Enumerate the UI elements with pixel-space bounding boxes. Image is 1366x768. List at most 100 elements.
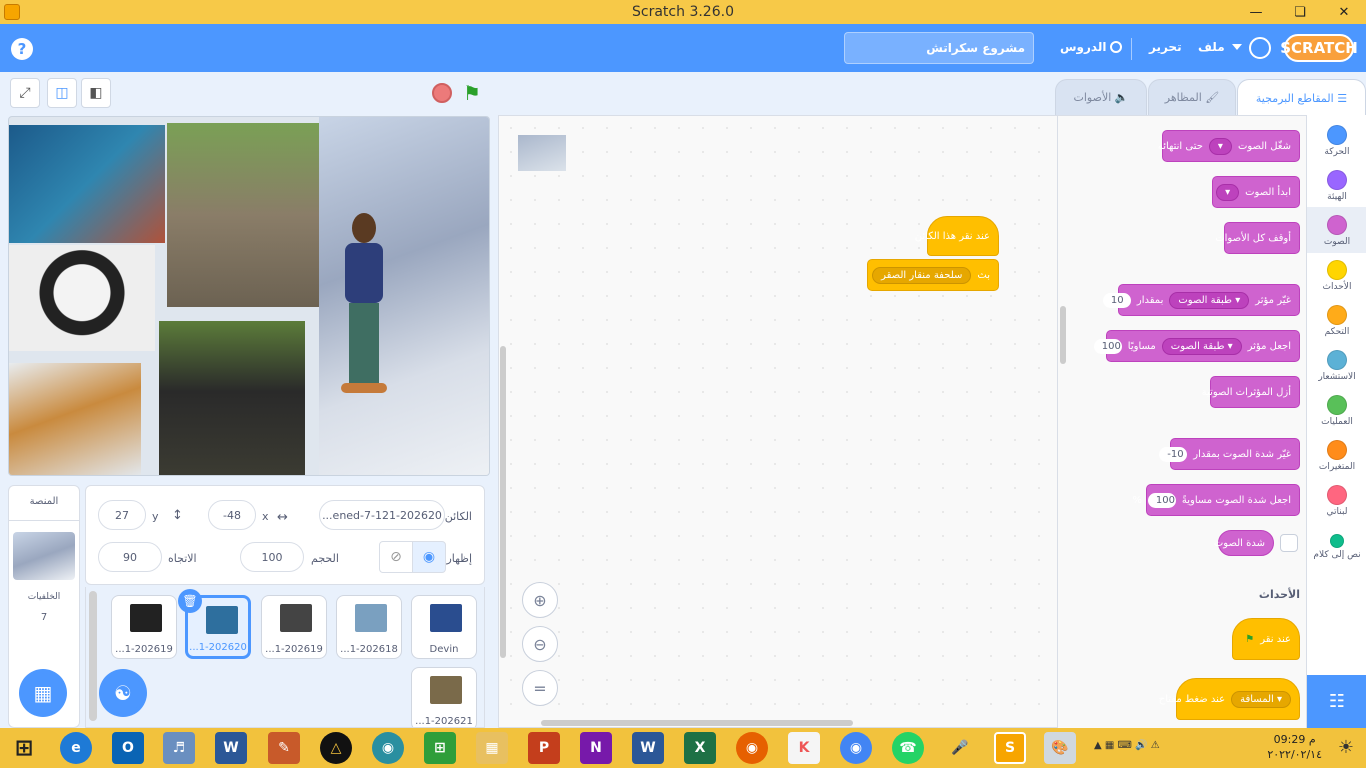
whatsapp-icon[interactable]: ☎: [892, 732, 924, 764]
category-sound[interactable]: الصوت: [1307, 207, 1366, 253]
help-icon[interactable]: ?: [11, 38, 33, 60]
calculator-icon[interactable]: ⊞: [424, 732, 456, 764]
code-workspace[interactable]: عند نقر هذا الكائن سلحفة منقار الصقر بث: [498, 115, 1058, 728]
word-icon[interactable]: W: [215, 732, 247, 764]
firefox-icon[interactable]: ◉: [736, 732, 768, 764]
play-sound-until-done-block[interactable]: حتى انتهائه ▾ شغّل الصوت: [1158, 130, 1300, 162]
maximize-icon[interactable]: ❏: [1278, 0, 1322, 24]
category-my-blocks[interactable]: لبناتي: [1307, 481, 1366, 525]
fullscreen-icon[interactable]: ⤢: [10, 78, 40, 108]
effect-value-input[interactable]: 100: [1093, 338, 1122, 354]
clear-sound-effects-block[interactable]: أزل المؤثرات الصوتية: [1202, 376, 1300, 408]
stop-button[interactable]: [432, 83, 452, 103]
category-events[interactable]: الأحداث: [1307, 256, 1366, 300]
tray-icons[interactable]: ▲ ▦ ⌨ 🔊 ⚠: [1094, 740, 1160, 751]
y-input[interactable]: 27: [98, 500, 146, 530]
speaker-app-icon[interactable]: ♬: [163, 732, 195, 764]
palette-scrollbar[interactable]: [1060, 306, 1066, 364]
start-icon[interactable]: ⊞: [8, 732, 40, 764]
change-effect-block[interactable]: 10 بمقدار طبقة الصوت ▾ غيّر مؤثر: [1102, 284, 1300, 316]
app-k-icon[interactable]: K: [788, 732, 820, 764]
sprite-thumb[interactable]: ...1-202619: [111, 595, 177, 659]
broadcast-block[interactable]: سلحفة منقار الصقر بث: [867, 259, 999, 291]
sprite-thumb[interactable]: ...1-202619: [261, 595, 327, 659]
category-control[interactable]: التحكم: [1307, 301, 1366, 345]
file-explorer-icon[interactable]: ▦: [476, 732, 508, 764]
brightness-icon[interactable]: ☀: [1338, 737, 1354, 758]
sprite-thumb[interactable]: ...1-202618: [336, 595, 402, 659]
add-extension-button[interactable]: ☷: [1307, 675, 1366, 728]
when-key-pressed-block[interactable]: عند ضغط مفتاح المسافة ▾: [1159, 678, 1300, 720]
volume-monitor-checkbox[interactable]: [1280, 534, 1298, 552]
show-eye-icon[interactable]: ◉: [412, 541, 446, 573]
effect-amount-input[interactable]: 10: [1102, 292, 1131, 308]
elephant-photo[interactable]: [167, 123, 319, 307]
backdrop-thumbnail[interactable]: [13, 532, 75, 580]
tab-code[interactable]: المقاطع البرمجية ☰: [1237, 79, 1366, 117]
microphone-icon[interactable]: 🎤: [944, 732, 976, 764]
onenote-icon[interactable]: N: [580, 732, 612, 764]
volume-change-input[interactable]: -10: [1159, 446, 1188, 462]
large-stage-icon[interactable]: ◧: [81, 78, 111, 108]
app-globe-icon[interactable]: ◉: [372, 732, 404, 764]
excel-icon[interactable]: X: [684, 732, 716, 764]
sprite-name-input[interactable]: ...ened-7-121-202620: [319, 500, 445, 530]
chimpanzee-photo[interactable]: [159, 321, 305, 475]
size-input[interactable]: 100: [240, 542, 304, 572]
set-effect-block[interactable]: 100 مساويًا طبقة الصوت ▾ اجعل مؤثر: [1093, 330, 1300, 362]
turtle-photo[interactable]: [9, 125, 165, 243]
category-variables[interactable]: المتغيرات: [1307, 436, 1366, 480]
volume-value-input[interactable]: 100: [1147, 492, 1176, 508]
panda-photo[interactable]: [9, 245, 155, 351]
sprite-thumb[interactable]: Devin: [411, 595, 477, 659]
project-title-input[interactable]: مشروع سكراتش: [844, 32, 1034, 64]
hide-eye-icon[interactable]: ⊘: [379, 541, 413, 573]
outlook-icon[interactable]: O: [112, 732, 144, 764]
effect-dropdown[interactable]: طبقة الصوت ▾: [1161, 337, 1242, 355]
broadcast-dropdown[interactable]: سلحفة منقار الصقر: [872, 266, 972, 284]
direction-input[interactable]: 90: [98, 542, 162, 572]
category-motion[interactable]: الحركة: [1307, 121, 1366, 165]
stop-all-sounds-block[interactable]: أوقف كل الأصوات: [1215, 222, 1300, 254]
sprite-thumb[interactable]: ...1-202621: [411, 667, 477, 727]
system-clock[interactable]: 09:29 م ٢٠٢٢/٠٢/١٤: [1267, 732, 1322, 762]
stage[interactable]: [8, 116, 490, 476]
ie-icon[interactable]: e: [60, 732, 92, 764]
delete-sprite-icon[interactable]: 🗑: [178, 589, 202, 613]
small-stage-icon[interactable]: ◫: [47, 78, 77, 108]
tiger-photo[interactable]: [9, 363, 141, 475]
edit-menu[interactable]: تحرير: [1149, 40, 1182, 54]
devin-sprite[interactable]: [341, 213, 387, 403]
add-backdrop-button[interactable]: ▦: [19, 669, 67, 717]
tutorials-menu[interactable]: الدروس: [1060, 40, 1123, 54]
category-operators[interactable]: العمليات: [1307, 391, 1366, 435]
green-flag-button[interactable]: ⚑: [463, 83, 485, 103]
chrome-icon[interactable]: ◉: [840, 732, 872, 764]
sound-dropdown[interactable]: ▾: [1216, 183, 1240, 201]
effect-dropdown[interactable]: طبقة الصوت ▾: [1169, 291, 1250, 309]
app-triangle-icon[interactable]: △: [320, 732, 352, 764]
zoom-reset-icon[interactable]: =: [522, 670, 558, 706]
close-icon[interactable]: ✕: [1322, 0, 1366, 24]
category-sensing[interactable]: الاستشعار: [1307, 346, 1366, 390]
sound-dropdown[interactable]: ▾: [1208, 137, 1232, 155]
tab-costumes[interactable]: المظاهر 🖌: [1148, 79, 1236, 115]
tab-sounds[interactable]: الأصوات 🔈: [1055, 79, 1147, 115]
category-text-to-speech[interactable]: نص إلى كلام: [1307, 526, 1366, 570]
volume-reporter-block[interactable]: شدة الصوت: [1214, 530, 1274, 556]
horizontal-scrollbar[interactable]: [541, 720, 853, 726]
when-flag-clicked-block[interactable]: ⚑ عند نقر: [1232, 618, 1300, 660]
start-sound-block[interactable]: ▾ ابدأ الصوت: [1212, 176, 1300, 208]
category-looks[interactable]: الهيئة: [1307, 166, 1366, 210]
x-input[interactable]: -48: [208, 500, 256, 530]
change-volume-block[interactable]: -10 غيّر شدة الصوت بمقدار: [1159, 438, 1300, 470]
paint-palette-icon[interactable]: 🎨: [1044, 732, 1076, 764]
zoom-out-icon[interactable]: ⊖: [522, 626, 558, 662]
when-sprite-clicked-block[interactable]: عند نقر هذا الكائن: [915, 216, 999, 256]
globe-icon[interactable]: [1249, 37, 1271, 59]
vertical-scrollbar[interactable]: [500, 346, 506, 658]
paint-icon[interactable]: ✎: [268, 732, 300, 764]
set-volume-block[interactable]: % 100 اجعل شدة الصوت مساويةً: [1132, 484, 1300, 516]
scratch-logo[interactable]: SCRATCH: [1280, 34, 1358, 62]
word-2-icon[interactable]: W: [632, 732, 664, 764]
